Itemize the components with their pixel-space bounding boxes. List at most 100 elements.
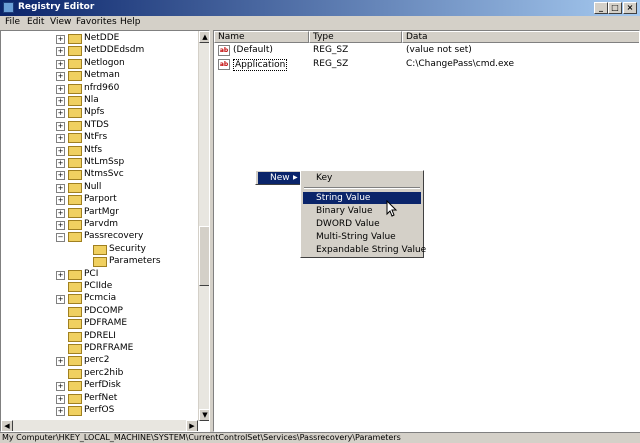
tree-horizontal-scrollbar[interactable]: ◀ ▶ <box>1 420 198 431</box>
expand-toggle-icon[interactable]: + <box>56 72 65 82</box>
maximize-button[interactable]: □ <box>608 2 622 14</box>
values-pane[interactable]: Name Type Data ab (Default) REG_SZ (valu… <box>213 30 640 432</box>
menu-file[interactable]: File <box>5 17 20 27</box>
folder-icon <box>68 344 82 354</box>
menu-favorites[interactable]: Favorites <box>76 17 117 27</box>
tree-item-label: Npfs <box>84 107 105 118</box>
tree-item[interactable]: + perc2 <box>1 355 197 368</box>
tree-item[interactable]: PDRELI <box>1 331 197 344</box>
string-value-icon: ab <box>218 59 230 70</box>
scroll-up-icon[interactable]: ▲ <box>199 31 209 43</box>
tree-item[interactable]: + Netlogon <box>1 58 197 71</box>
scroll-thumb[interactable] <box>199 226 209 286</box>
menu-edit[interactable]: Edit <box>27 17 44 27</box>
expand-toggle-icon[interactable]: + <box>56 146 65 156</box>
expand-toggle-icon[interactable]: + <box>56 407 65 416</box>
tree-item[interactable]: + NetDDEdsdm <box>1 45 197 58</box>
close-button[interactable]: × <box>623 2 637 14</box>
menu-view[interactable]: View <box>50 17 71 27</box>
value-data: C:\ChangePass\cmd.exe <box>406 59 515 69</box>
expand-toggle-icon[interactable]: + <box>56 394 65 404</box>
tree-item[interactable]: + PartMgr <box>1 207 197 220</box>
expand-toggle-icon[interactable]: + <box>56 357 65 367</box>
scroll-down-icon[interactable]: ▼ <box>199 409 209 421</box>
tree-item[interactable]: + NtFrs <box>1 132 197 145</box>
expand-toggle-icon[interactable]: + <box>56 97 65 106</box>
expand-toggle-icon[interactable]: + <box>56 59 65 69</box>
expand-toggle-icon[interactable]: − <box>56 233 65 243</box>
tree-item[interactable]: + NtmsSvc <box>1 169 197 182</box>
tree-item-label: perc2 <box>84 355 110 366</box>
tree-item[interactable]: + NtLmSsp <box>1 157 197 170</box>
scroll-right-icon[interactable]: ▶ <box>186 420 198 431</box>
menu-item-new[interactable]: New ▶ <box>258 172 300 184</box>
tree-item[interactable]: + PerfNet <box>1 393 197 406</box>
expand-toggle-icon[interactable]: + <box>56 208 65 218</box>
tree-item-label: PDCOMP <box>84 305 123 316</box>
expand-toggle-icon[interactable]: + <box>56 270 65 280</box>
expand-toggle-icon[interactable]: + <box>56 159 65 168</box>
tree-item[interactable]: PDFRAME <box>1 318 197 331</box>
folder-icon <box>68 71 82 82</box>
submenu-item-dword-value[interactable]: DWORD Value <box>303 218 421 230</box>
tree-item-label: NTDS <box>84 119 109 130</box>
tree-item[interactable]: + Pcmcia <box>1 293 197 306</box>
tree-item[interactable]: + Null <box>1 182 197 195</box>
tree-item[interactable]: PDRFRAME <box>1 343 197 356</box>
expand-toggle-icon[interactable]: + <box>56 134 65 144</box>
tree-item[interactable]: PDCOMP <box>1 306 197 319</box>
expand-toggle-icon[interactable]: + <box>56 183 65 193</box>
scroll-left-icon[interactable]: ◀ <box>1 420 13 431</box>
column-header-name[interactable]: Name <box>214 31 309 43</box>
minimize-button[interactable]: _ <box>594 2 608 14</box>
tree-item[interactable]: + nfrd960 <box>1 83 197 96</box>
expand-toggle-icon[interactable]: + <box>56 382 65 392</box>
expand-toggle-icon[interactable]: + <box>56 196 65 206</box>
submenu-item-string-value[interactable]: String Value <box>303 192 421 204</box>
tree-item-label: PDFRAME <box>84 318 128 329</box>
value-name: (Default) <box>233 45 273 55</box>
submenu-item-multi-string-value[interactable]: Multi-String Value <box>303 231 421 243</box>
column-header-data[interactable]: Data <box>402 31 639 43</box>
value-row[interactable]: ab (Default) REG_SZ (value not set) <box>218 45 638 58</box>
submenu-item-binary-value[interactable]: Binary Value <box>303 205 421 217</box>
expand-toggle-icon[interactable]: + <box>56 295 65 305</box>
status-bar: My Computer\HKEY_LOCAL_MACHINE\SYSTEM\Cu… <box>0 432 640 443</box>
tree-item[interactable]: + Parport <box>1 194 197 207</box>
tree-item[interactable]: Security <box>1 244 197 257</box>
column-header-type[interactable]: Type <box>309 31 402 43</box>
expand-toggle-icon[interactable]: + <box>56 109 65 119</box>
menu-help[interactable]: Help <box>120 17 141 27</box>
tree-item[interactable]: − Passrecovery <box>1 231 197 244</box>
tree-item[interactable]: + PerfDisk <box>1 380 197 393</box>
folder-icon <box>93 244 107 255</box>
tree-item[interactable]: Parameters <box>1 256 197 269</box>
tree-item[interactable]: + Ntfs <box>1 145 197 158</box>
tree-item[interactable]: + PerfOS <box>1 405 197 418</box>
tree-item-label: NetDDE <box>84 33 120 43</box>
tree-item[interactable]: + Nla <box>1 95 197 108</box>
tree-item[interactable]: + NetDDE <box>1 33 197 46</box>
submenu-item-expandable-string-value[interactable]: Expandable String Value <box>303 244 426 256</box>
tree-item[interactable]: perc2hib <box>1 368 197 381</box>
tree-item[interactable]: + PCI <box>1 269 197 282</box>
expand-toggle-icon[interactable]: + <box>56 171 65 181</box>
tree-pane[interactable]: + NetDDE + NetDDEdsdm + Netlogon + Netman + nfrd9… <box>0 30 210 432</box>
tree-item-label: Netman <box>84 70 120 81</box>
expand-toggle-icon[interactable]: + <box>56 35 65 44</box>
folder-icon <box>68 282 82 292</box>
expand-toggle-icon[interactable]: + <box>56 121 65 131</box>
submenu-arrow-icon: ▶ <box>293 174 298 181</box>
tree-item[interactable]: PCIIde <box>1 281 197 294</box>
tree-item[interactable]: + Netman <box>1 70 197 83</box>
folder-icon <box>68 145 82 156</box>
value-row[interactable]: ab Application REG_SZ C:\ChangePass\cmd.… <box>218 59 638 72</box>
tree-vertical-scrollbar[interactable]: ▲ ▼ <box>198 31 209 421</box>
tree-item[interactable]: + Parvdm <box>1 219 197 232</box>
expand-toggle-icon[interactable]: + <box>56 84 65 94</box>
tree-item[interactable]: + NTDS <box>1 120 197 133</box>
expand-toggle-icon[interactable]: + <box>56 221 65 230</box>
submenu-item-key[interactable]: Key <box>303 172 421 184</box>
expand-toggle-icon[interactable]: + <box>56 47 65 57</box>
tree-item[interactable]: + Npfs <box>1 107 197 120</box>
